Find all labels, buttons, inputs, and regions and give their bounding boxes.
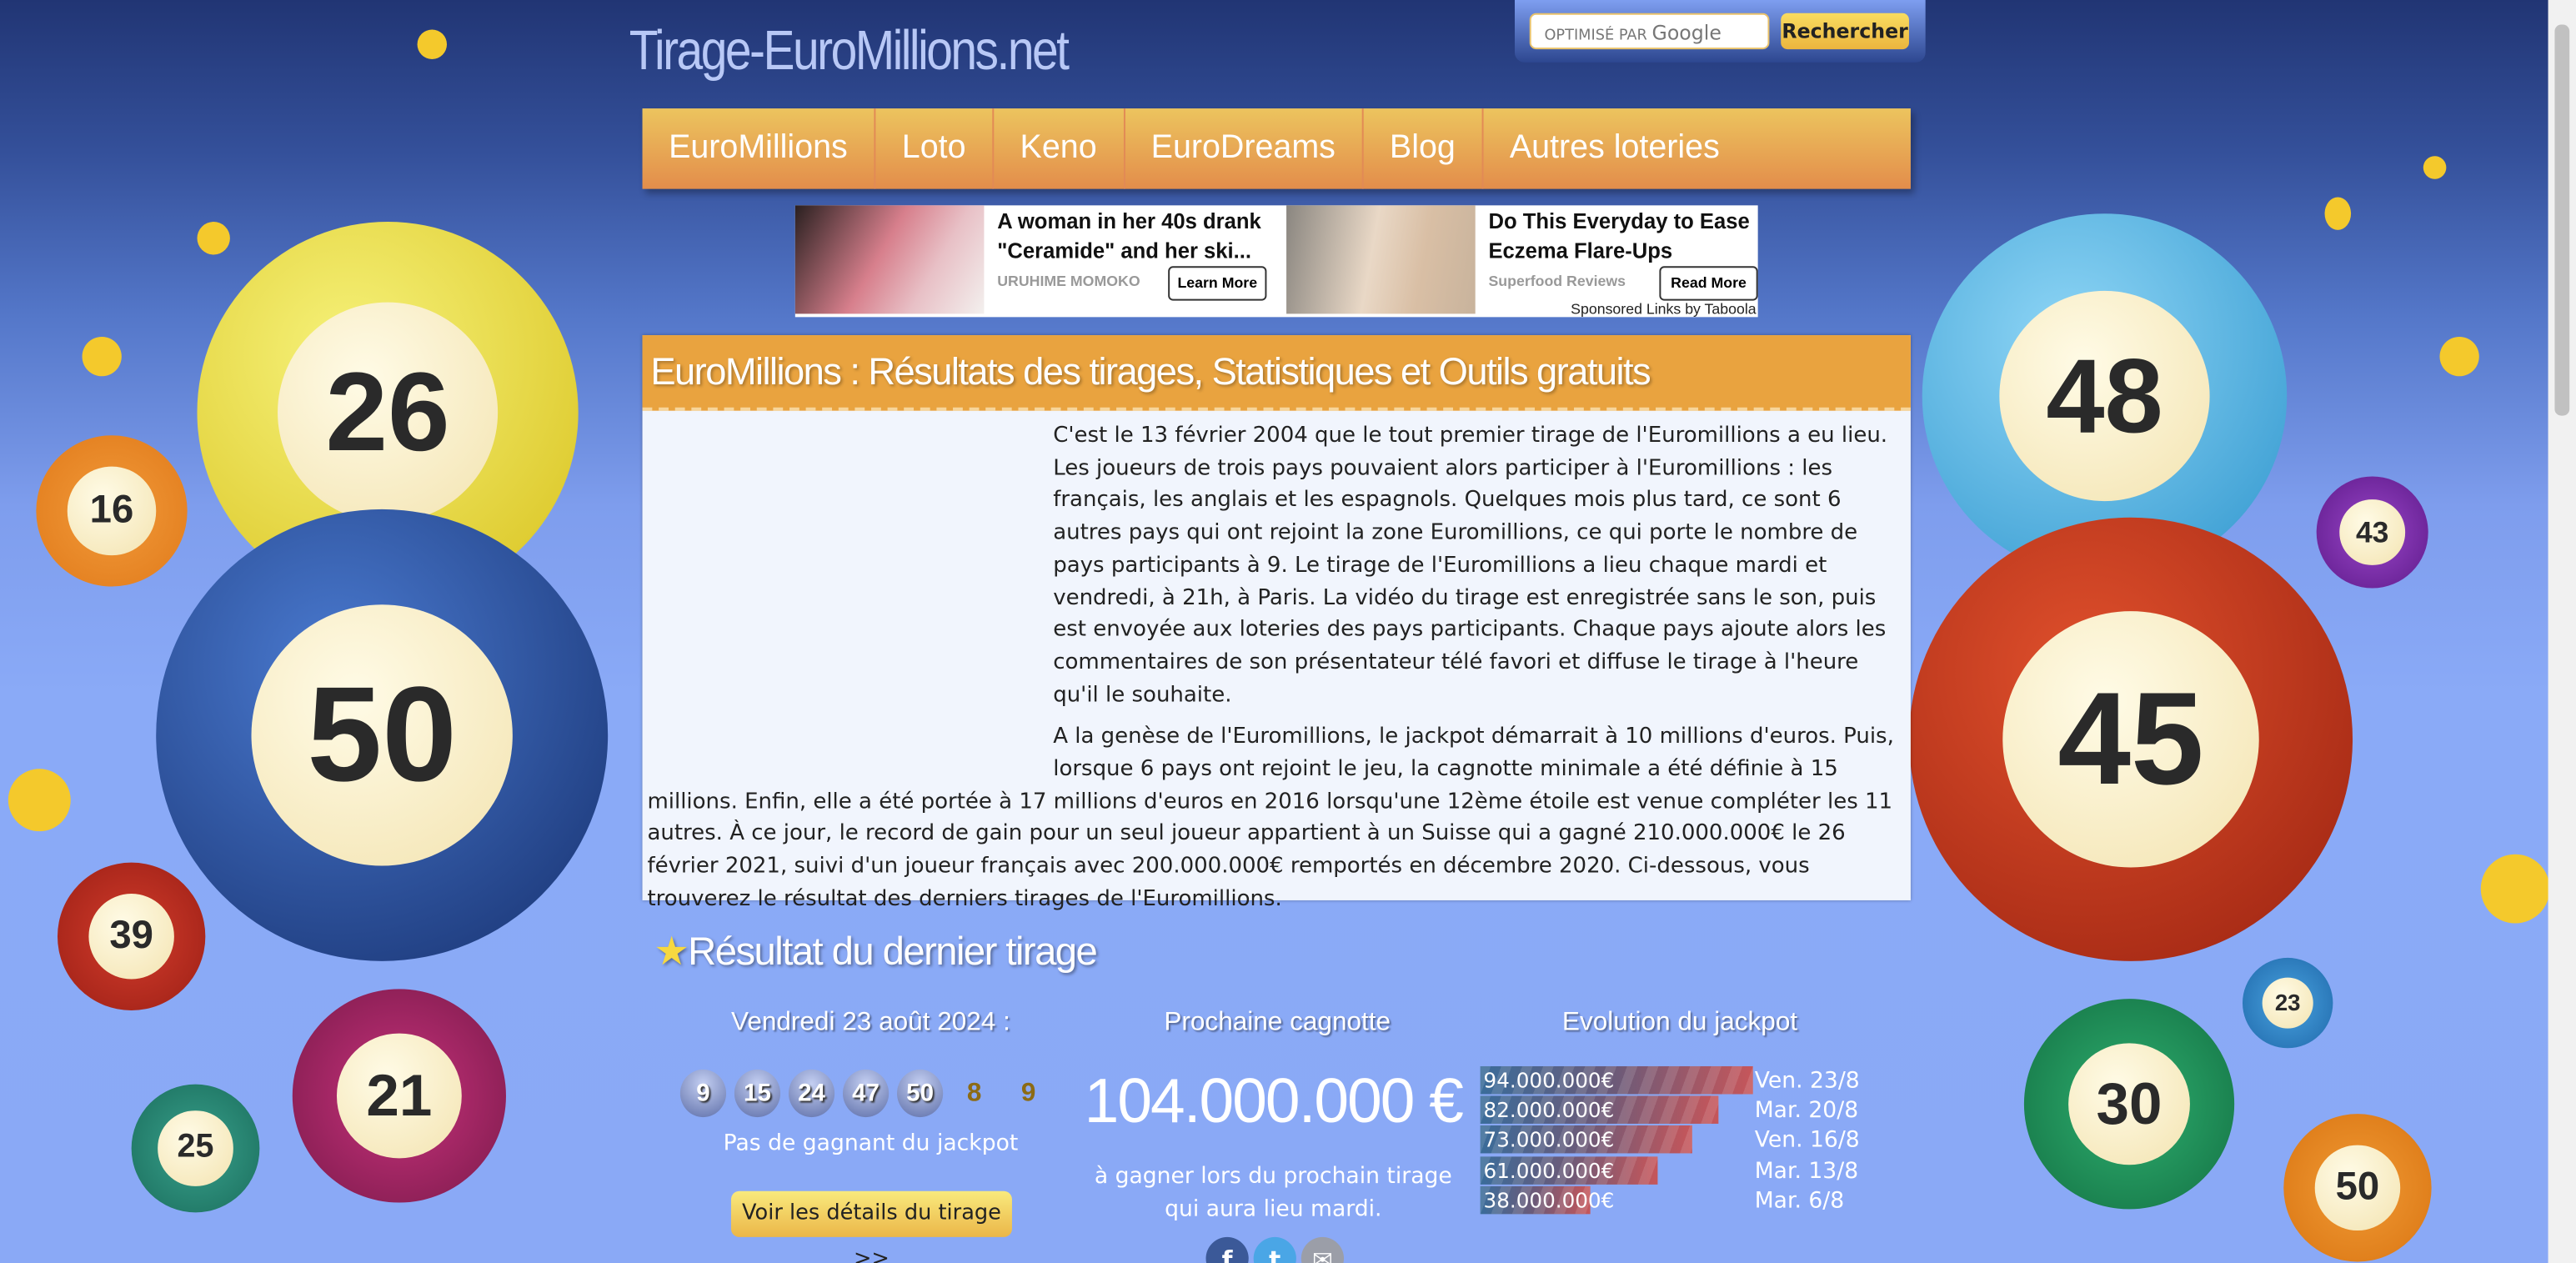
scrollbar[interactable]	[2548, 0, 2576, 1263]
next-jackpot-amount: 104.000.000 €	[1084, 1067, 1464, 1137]
next-jackpot-subtitle: à gagner lors du prochain tirage qui aur…	[1094, 1163, 1452, 1223]
intro-title: EuroMillions : Résultats des tirages, St…	[642, 335, 1911, 411]
ad-source: Superfood Reviews	[1488, 273, 1626, 289]
drawn-numbers: 9 15 24 47 50 8 9	[679, 1069, 1051, 1118]
ad-title[interactable]: A woman in her 40s drank "Ceramide" and …	[997, 207, 1268, 266]
jackpot-date: Ven. 23/8	[1754, 1067, 1860, 1095]
jackpot-date: Mar. 20/8	[1754, 1097, 1859, 1125]
facebook-share-icon[interactable]: f	[1205, 1236, 1249, 1263]
result-title: ★Résultat du dernier tirage	[654, 930, 1097, 975]
jackpot-bar: 73.000.000€	[1481, 1125, 1692, 1155]
jackpot-bar: 82.000.000€	[1481, 1095, 1718, 1125]
search-input[interactable]: OPTIMISÉ PAR Google	[1529, 13, 1770, 50]
read-more-button[interactable]: Read More	[1659, 266, 1758, 301]
jackpot-date: Mar. 6/8	[1754, 1187, 1845, 1214]
nav-autres-loteries[interactable]: Autres loteries	[1483, 108, 1746, 189]
jackpot-evolution-row: 82.000.000€ Mar. 20/8	[1481, 1095, 1875, 1125]
jackpot-date: Ven. 16/8	[1754, 1127, 1860, 1155]
jackpot-bar: 61.000.000€	[1481, 1155, 1657, 1185]
ball-decoration: 50	[2283, 1114, 2432, 1262]
ad-item[interactable]: A woman in her 40s drank "Ceramide" and …	[794, 205, 1272, 314]
ball-decoration: 39	[57, 862, 206, 1010]
taboola-label[interactable]: Sponsored Links by Taboola	[1571, 301, 1757, 318]
number-ball: 47	[842, 1069, 890, 1118]
no-winner-text: Pas de gagnant du jackpot	[723, 1130, 1019, 1157]
search-button[interactable]: Rechercher	[1781, 13, 1909, 50]
ball-decoration: 50	[156, 509, 609, 961]
ball-decoration: 43	[2316, 476, 2428, 589]
nav-keno[interactable]: Keno	[994, 108, 1125, 189]
lucky-star: 9	[1020, 1078, 1036, 1107]
draw-date: Vendredi 23 août 2024 :	[731, 1009, 1010, 1037]
nav-blog[interactable]: Blog	[1363, 108, 1484, 189]
jackpot-date: Mar. 13/8	[1754, 1157, 1859, 1185]
ad-title[interactable]: Do This Everyday to Ease Eczema Flare-Up…	[1488, 207, 1759, 266]
nav-eurodreams[interactable]: EuroDreams	[1125, 108, 1364, 189]
number-ball: 50	[897, 1069, 944, 1118]
jackpot-evolution-row: 38.000.000€ Mar. 6/8	[1481, 1185, 1875, 1215]
star-icon: ★	[654, 930, 689, 975]
twitter-share-icon[interactable]: t	[1253, 1236, 1296, 1263]
page: 26 50 16 39 21 25 48 45 43 23 30 50 Tira…	[0, 0, 2576, 1263]
draw-details-button[interactable]: Voir les détails du tirage >>	[730, 1190, 1012, 1263]
ad-image	[1286, 205, 1476, 314]
ad-source: URUHIME MOMOKO	[997, 273, 1140, 289]
intro-section: EuroMillions : Résultats des tirages, St…	[642, 335, 1911, 911]
ad-image	[794, 205, 985, 314]
scrollbar-thumb[interactable]	[2554, 24, 2570, 416]
search-widget: OPTIMISÉ PAR Google Rechercher	[1514, 0, 1926, 63]
jackpot-evolution-row: 94.000.000€ Ven. 23/8	[1481, 1065, 1875, 1095]
sponsored-ads: A woman in her 40s drank "Ceramide" and …	[794, 205, 1758, 318]
number-ball: 9	[679, 1069, 727, 1118]
jackpot-bar: 94.000.000€	[1481, 1065, 1753, 1095]
nav-euromillions[interactable]: EuroMillions	[643, 108, 876, 189]
jackpot-bar: 38.000.000€	[1481, 1185, 1614, 1214]
jackpot-evolution-row: 61.000.000€ Mar. 13/8	[1481, 1155, 1875, 1185]
email-share-icon[interactable]: ✉	[1301, 1236, 1345, 1263]
site-logo[interactable]: Tirage-EuroMillions.net	[629, 20, 1070, 84]
ball-decoration: 23	[2243, 957, 2333, 1049]
lucky-star: 8	[966, 1078, 982, 1107]
ball-decoration: 16	[36, 435, 188, 587]
ball-decoration: 21	[292, 989, 506, 1203]
jackpot-evolution-title: Evolution du jackpot	[1561, 1009, 1798, 1037]
ad-item[interactable]: Do This Everyday to Ease Eczema Flare-Up…	[1286, 205, 1763, 314]
ball-decoration: 30	[2023, 999, 2235, 1210]
jackpot-evolution: 94.000.000€ Ven. 23/8 82.000.000€ Mar. 20/8…	[1481, 1065, 1875, 1215]
main-nav: EuroMillions Loto Keno EuroDreams Blog A…	[642, 108, 1911, 189]
number-ball: 15	[734, 1069, 781, 1118]
ball-decoration: 25	[131, 1084, 260, 1213]
next-jackpot-title: Prochaine cagnotte	[1164, 1009, 1391, 1037]
number-ball: 24	[788, 1069, 835, 1118]
jackpot-evolution-row: 73.000.000€ Ven. 16/8	[1481, 1125, 1875, 1155]
ball-decoration: 45	[1908, 517, 2353, 961]
ad-placeholder	[647, 420, 1053, 769]
nav-loto[interactable]: Loto	[875, 108, 995, 189]
learn-more-button[interactable]: Learn More	[1168, 266, 1267, 301]
